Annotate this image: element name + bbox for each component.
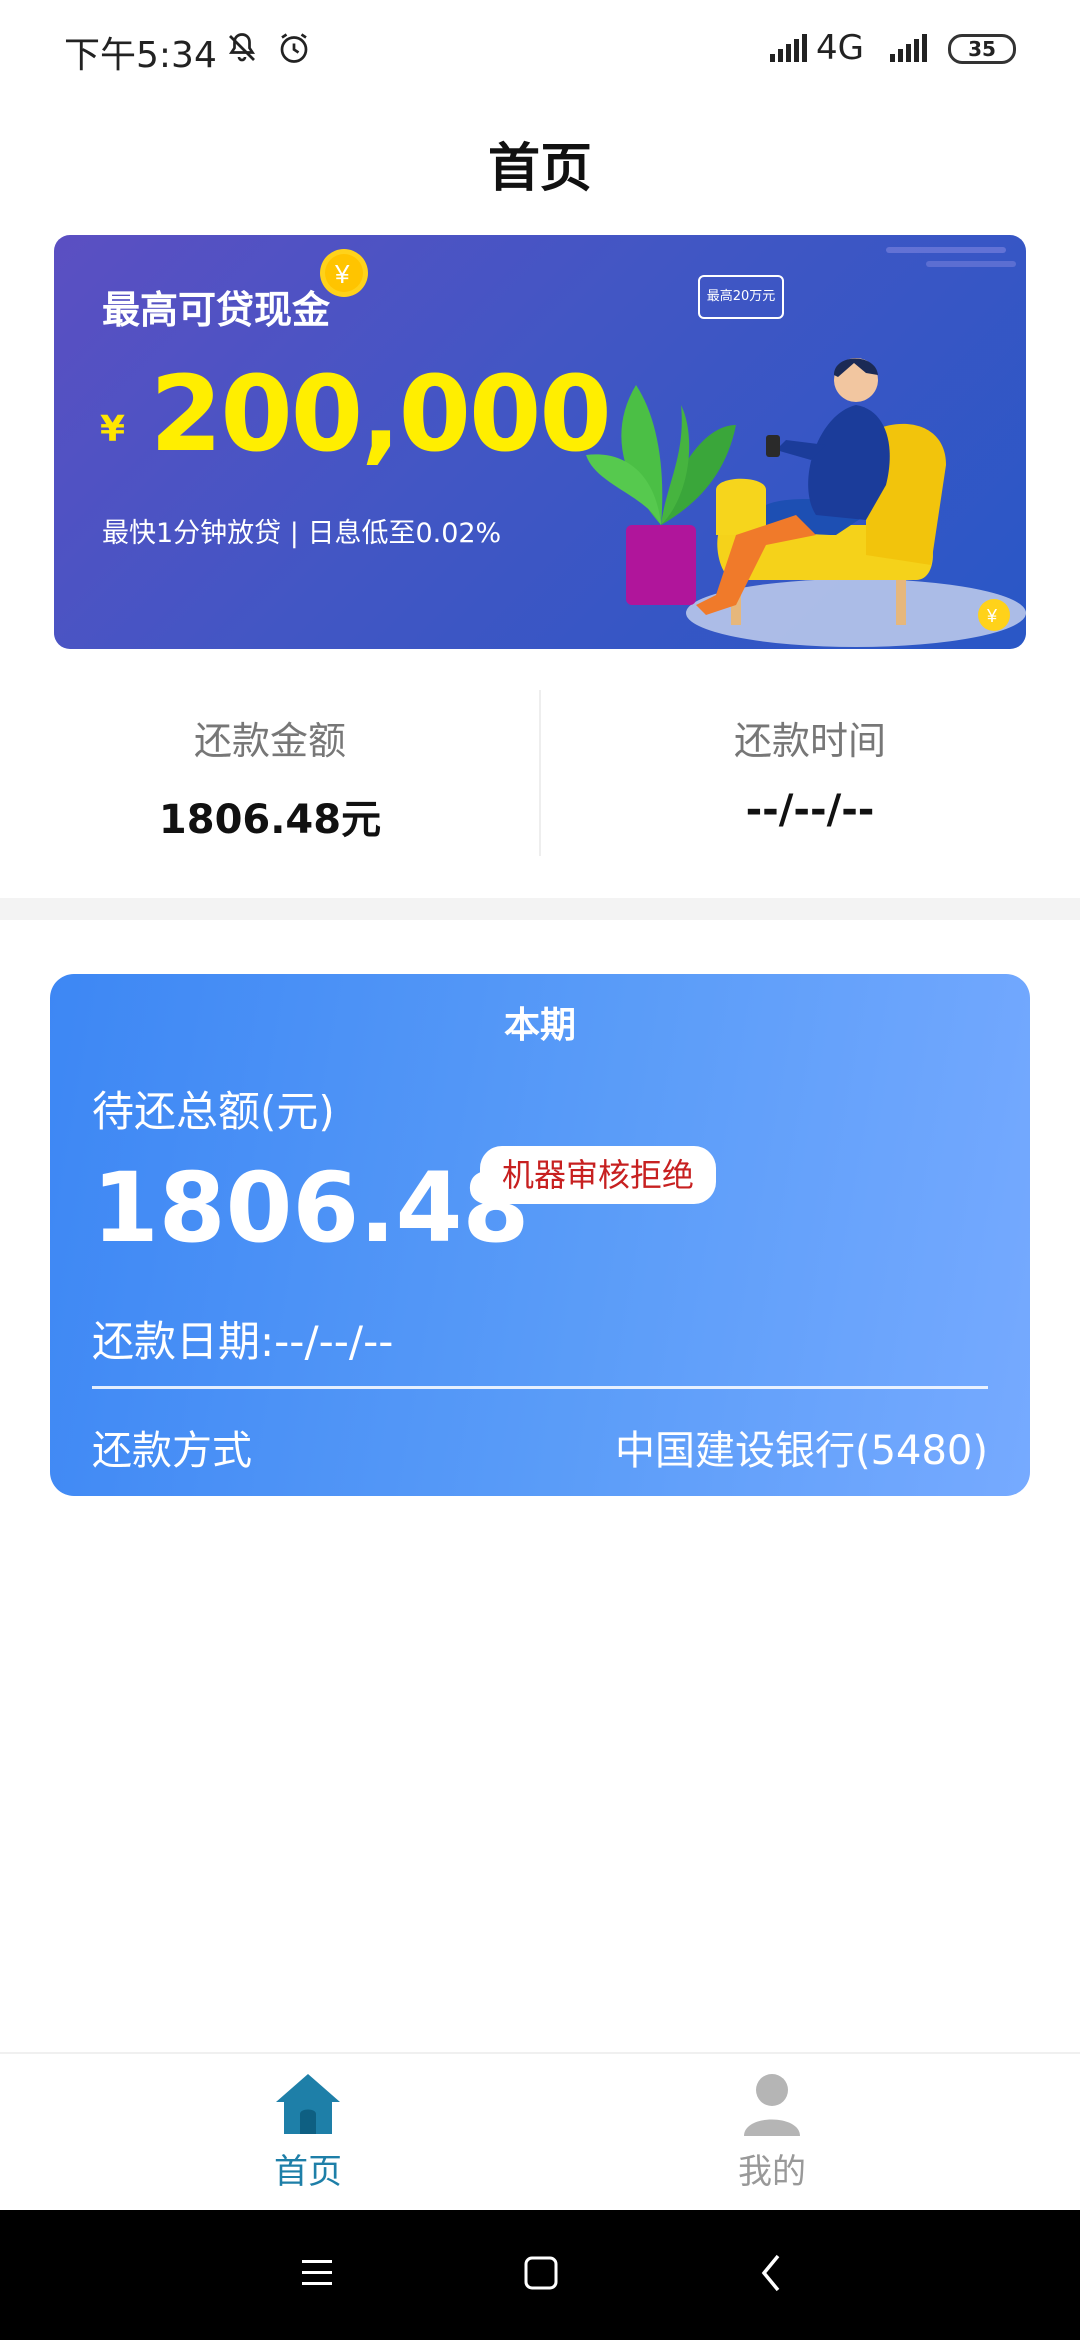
- network-type: 4G: [816, 28, 864, 68]
- repay-amount-block: 还款金额 1806.48元: [0, 710, 540, 845]
- page-title: 首页: [487, 139, 592, 199]
- nav-item-mine[interactable]: 我的: [702, 2070, 842, 2193]
- home-button-icon[interactable]: [520, 2250, 564, 2300]
- repay-amount-value: 1806.48元: [158, 797, 382, 843]
- repay-date: 还款日期:--/--/--: [92, 1317, 394, 1366]
- battery-icon: 35: [948, 34, 1016, 64]
- banner-subtitle: 最快1分钟放贷 | 日息低至0.02%: [102, 518, 502, 549]
- repayment-summary: 还款金额 1806.48元 还款时间 --/--/--: [0, 680, 1080, 860]
- repay-method-label: 还款方式: [92, 1428, 252, 1474]
- banner-amount: 200,000: [150, 353, 612, 475]
- currency-symbol: ¥: [100, 409, 126, 450]
- banner-bubble: 最高20万元: [698, 275, 784, 319]
- bottom-nav: 首页 我的: [0, 2052, 1080, 2210]
- nav-label-home: 首页: [274, 2152, 342, 2192]
- repay-time-value: --/--/--: [745, 787, 875, 833]
- banner-illustration: ¥: [586, 247, 1026, 647]
- menu-icon[interactable]: [298, 2250, 338, 2300]
- repay-time-label: 还款时间: [733, 719, 886, 763]
- repay-time-block: 还款时间 --/--/--: [540, 710, 1080, 833]
- nav-label-mine: 我的: [738, 2152, 806, 2192]
- mute-icon: [224, 30, 260, 70]
- card-divider: [92, 1386, 988, 1389]
- signal-icon: [768, 30, 812, 70]
- repay-method-value[interactable]: 中国建设银行(5480): [615, 1418, 988, 1476]
- total-due-label: 待还总额(元): [92, 1087, 335, 1136]
- banner-heading: 最高可贷现金: [102, 288, 331, 332]
- svg-text:¥: ¥: [986, 606, 998, 626]
- signal-icon-2: [888, 30, 932, 70]
- back-icon[interactable]: [752, 2250, 792, 2300]
- system-navigation-bar: [0, 2210, 1080, 2340]
- home-icon: [276, 2074, 340, 2134]
- promo-banner[interactable]: 最高可贷现金 ¥ 200,000 最快1分钟放贷 | 日息低至0.02% ¥ ¥…: [54, 235, 1026, 649]
- svg-text:¥: ¥: [334, 259, 350, 289]
- total-due-value: 1806.48: [92, 1152, 530, 1264]
- current-period-card[interactable]: 本期 待还总额(元) 1806.48 机器审核拒绝 还款日期:--/--/-- …: [50, 974, 1030, 1496]
- alarm-icon: [276, 30, 312, 70]
- status-bar: 下午5:34 4G 35: [0, 0, 1080, 100]
- user-icon: [744, 2074, 800, 2136]
- nav-item-home[interactable]: 首页: [238, 2070, 378, 2193]
- status-time: 下午5:34: [64, 35, 217, 76]
- status-badge: 机器审核拒绝: [480, 1146, 717, 1204]
- repay-amount-label: 还款金额: [193, 719, 346, 763]
- section-separator: [0, 898, 1080, 920]
- card-title: 本期: [503, 1005, 576, 1046]
- coin-icon: ¥: [316, 245, 372, 305]
